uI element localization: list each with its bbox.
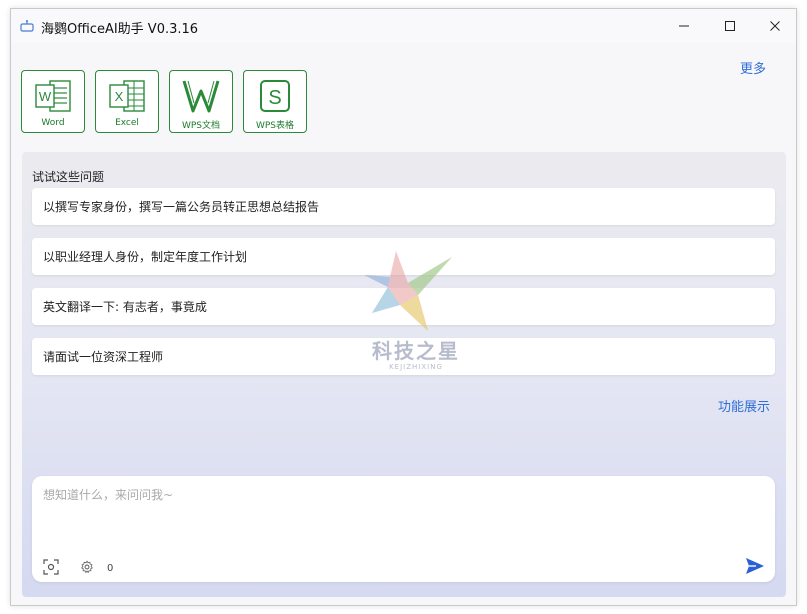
wps-doc-icon: [182, 80, 220, 113]
watermark: 科技之星 KEJIZHIXING: [356, 247, 476, 377]
gear-icon: [81, 560, 93, 574]
suggestion-text: 英文翻译一下: 有志者，事竟成: [43, 300, 207, 314]
settings-button[interactable]: [78, 558, 96, 576]
app-launcher-row: W Word X Excel WPS文档 S WPS表格: [21, 70, 307, 133]
title-bar: 海鹦OfficeAI助手 V0.3.16: [11, 9, 796, 43]
excel-icon: X: [109, 80, 145, 112]
app-window: 海鹦OfficeAI助手 V0.3.16 W Word X Excel WPS文…: [10, 8, 797, 606]
screenshot-icon: [43, 559, 59, 575]
close-button[interactable]: [752, 9, 798, 43]
app-label-excel: Excel: [115, 118, 139, 128]
app-tile-word[interactable]: W Word: [21, 70, 85, 133]
suggestion-text: 请面试一位资深工程师: [43, 350, 164, 364]
star-logo-icon: [364, 251, 452, 331]
send-button[interactable]: [744, 556, 766, 576]
app-label-wps-doc: WPS文档: [181, 121, 221, 131]
wps-sheet-icon: S: [260, 80, 290, 112]
maximize-button[interactable]: [707, 9, 753, 43]
maximize-icon: [725, 21, 735, 31]
chat-input[interactable]: [43, 486, 743, 526]
app-label-word: Word: [41, 118, 65, 128]
watermark-subtext: KEJIZHIXING: [389, 363, 443, 371]
svg-text:W: W: [39, 89, 52, 104]
window-title: 海鹦OfficeAI助手 V0.3.16: [41, 22, 199, 37]
suggestion-text: 以撰写专家身份，撰写一篇公务员转正思想总结报告: [43, 200, 320, 214]
token-count: 0: [107, 563, 114, 574]
screenshot-button[interactable]: [42, 558, 60, 576]
watermark-text: 科技之星: [372, 339, 460, 363]
minimize-button[interactable]: [661, 9, 707, 43]
feature-showcase-link[interactable]: 功能展示: [718, 396, 770, 415]
app-tile-wps-sheet[interactable]: S WPS表格: [243, 70, 307, 133]
close-icon: [770, 21, 780, 31]
suggestion-item[interactable]: 以撰写专家身份，撰写一篇公务员转正思想总结报告: [32, 188, 775, 225]
suggestions-title: 试试这些问题: [32, 170, 105, 184]
send-icon: [746, 558, 764, 574]
minimize-icon: [679, 25, 689, 27]
app-tile-wps-doc[interactable]: WPS文档: [169, 70, 233, 133]
more-link[interactable]: 更多: [740, 58, 766, 77]
svg-text:S: S: [268, 87, 281, 109]
word-icon: W: [35, 80, 71, 112]
app-label-wps-sheet: WPS表格: [255, 121, 295, 131]
svg-text:X: X: [115, 89, 124, 104]
app-tile-excel[interactable]: X Excel: [95, 70, 159, 133]
app-logo-icon: [20, 18, 34, 32]
chat-input-box: 0: [32, 476, 775, 582]
suggestion-text: 以职业经理人身份，制定年度工作计划: [43, 250, 248, 264]
